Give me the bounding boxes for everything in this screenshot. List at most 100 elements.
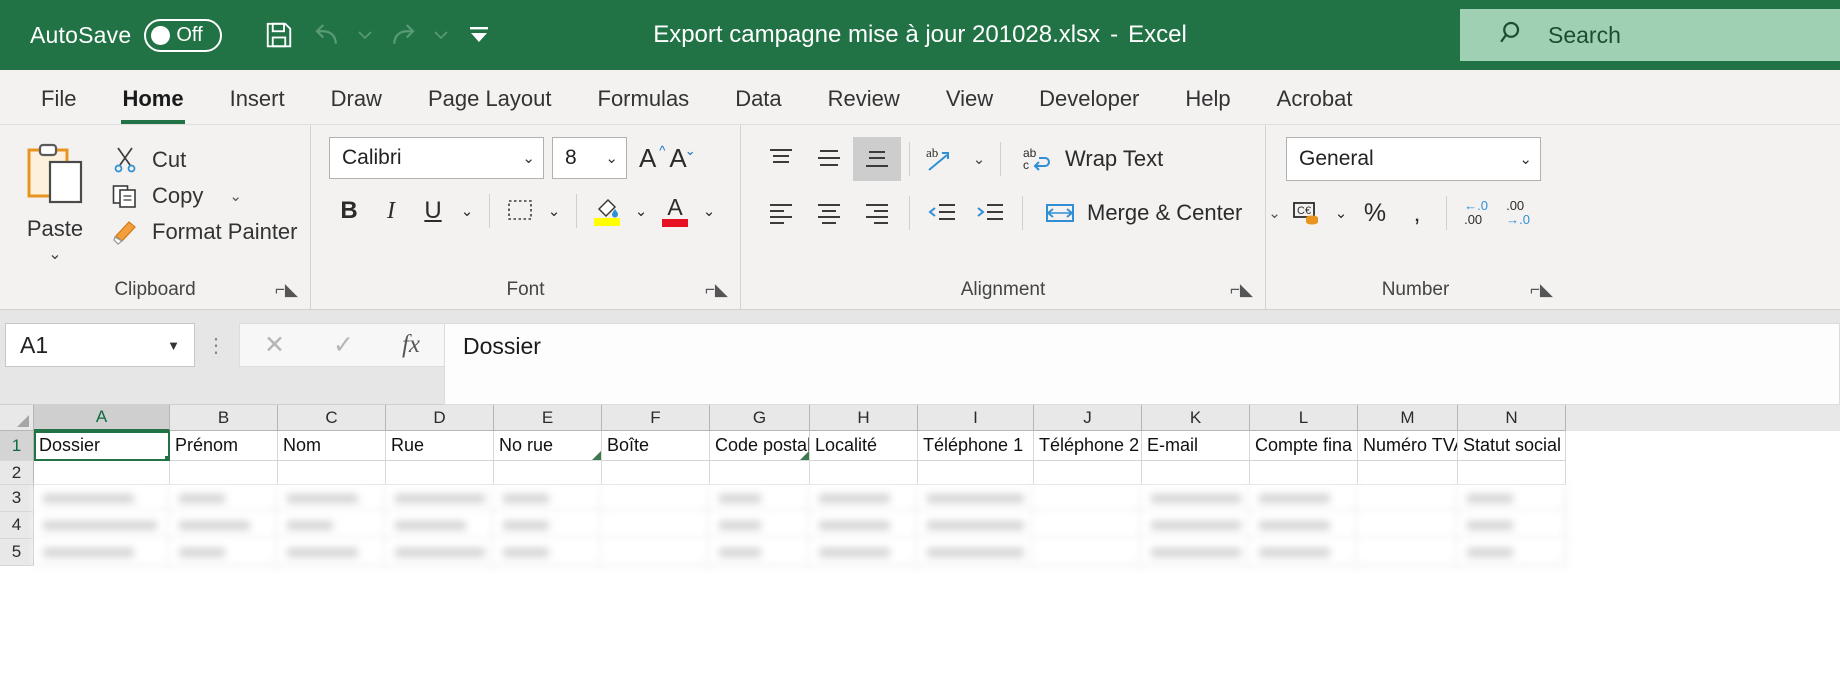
cell-g4[interactable] [710,512,810,539]
cell-c1[interactable]: Nom [278,431,386,461]
undo-icon[interactable] [306,14,348,56]
cell-l1[interactable]: Compte fina [1250,431,1358,461]
tab-home[interactable]: Home [99,86,206,124]
tab-file[interactable]: File [18,86,99,124]
cell-b4[interactable] [170,512,278,539]
cell-a1[interactable]: Dossier [34,431,170,461]
autosave-switch[interactable]: Off [144,18,223,52]
cell-j4[interactable] [1034,512,1142,539]
cell-d2[interactable] [386,461,494,485]
cell-d4[interactable] [386,512,494,539]
row-header-4[interactable]: 4 [0,512,34,539]
format-painter-button[interactable]: Format Painter [110,219,298,245]
cell-l3[interactable] [1250,485,1358,512]
column-header-l[interactable]: L [1250,405,1358,431]
cell-n5[interactable] [1458,539,1566,566]
cell-f4[interactable] [602,512,710,539]
formula-bar-grip[interactable]: ⋮ [195,323,239,367]
undo-caret-icon[interactable] [354,14,376,56]
align-left-button[interactable] [757,191,805,235]
tab-insert[interactable]: Insert [207,86,308,124]
font-size-chevron-down-icon[interactable]: ⌄ [595,149,618,167]
column-header-c[interactable]: C [278,405,386,431]
row-header-1[interactable]: 1 [0,431,34,461]
orientation-caret-icon[interactable]: ⌄ [966,137,992,181]
cell-g2[interactable] [710,461,810,485]
cell-n3[interactable] [1458,485,1566,512]
insert-function-icon[interactable]: fx [402,331,420,359]
cell-i2[interactable] [918,461,1034,485]
cell-l2[interactable] [1250,461,1358,485]
cell-l4[interactable] [1250,512,1358,539]
cell-f2[interactable] [602,461,710,485]
cell-n1[interactable]: Statut social [1458,431,1566,461]
cell-k3[interactable] [1142,485,1250,512]
fill-color-caret-icon[interactable]: ⌄ [629,190,653,232]
cell-h4[interactable] [810,512,918,539]
cell-e4[interactable] [494,512,602,539]
row-header-3[interactable]: 3 [0,485,34,512]
cell-c2[interactable] [278,461,386,485]
decrease-indent-button[interactable] [918,191,966,235]
column-header-d[interactable]: D [386,405,494,431]
column-header-a[interactable]: A [34,405,170,431]
column-header-k[interactable]: K [1142,405,1250,431]
cell-c5[interactable] [278,539,386,566]
cell-i4[interactable] [918,512,1034,539]
cell-g3[interactable] [710,485,810,512]
underline-button[interactable]: U [413,190,453,232]
cell-g5[interactable] [710,539,810,566]
cell-l5[interactable] [1250,539,1358,566]
cell-e5[interactable] [494,539,602,566]
column-header-f[interactable]: F [602,405,710,431]
cell-j1[interactable]: Téléphone 2 [1034,431,1142,461]
orientation-button[interactable]: ab [918,137,966,181]
cell-i1[interactable]: Téléphone 1 [918,431,1034,461]
column-header-g[interactable]: G [710,405,810,431]
fill-color-button[interactable] [587,189,627,233]
cell-b1[interactable]: Prénom [170,431,278,461]
cell-d1[interactable]: Rue [386,431,494,461]
clipboard-dialog-launcher-icon[interactable]: ⌐◣ [275,280,298,300]
autosave-toggle[interactable]: AutoSave Off [30,18,223,52]
tab-developer[interactable]: Developer [1016,86,1162,124]
copy-caret-icon[interactable]: ⌄ [229,187,242,205]
wrap-text-button[interactable]: ab c Wrap Text [1023,146,1163,172]
cell-a5[interactable] [34,539,170,566]
cell-k5[interactable] [1142,539,1250,566]
cell-h1[interactable]: Localité [810,431,918,461]
cell-b5[interactable] [170,539,278,566]
increase-font-size-button[interactable]: A ^ [639,143,665,174]
number-dialog-launcher-icon[interactable]: ⌐◣ [1530,280,1553,300]
middle-align-button[interactable] [805,137,853,181]
copy-button[interactable]: Copy ⌄ [110,183,298,209]
tab-formulas[interactable]: Formulas [575,86,713,124]
cell-g1[interactable]: Code postal [710,431,810,461]
tab-view[interactable]: View [923,86,1016,124]
accounting-caret-icon[interactable]: ⌄ [1328,191,1354,235]
cell-e1[interactable]: No rue [494,431,602,461]
borders-caret-icon[interactable]: ⌄ [542,190,566,232]
cell-m2[interactable] [1358,461,1458,485]
cell-f1[interactable]: Boîte [602,431,710,461]
increase-indent-button[interactable] [966,191,1014,235]
bottom-align-button[interactable] [853,137,901,181]
cell-h5[interactable] [810,539,918,566]
cell-m3[interactable] [1358,485,1458,512]
cell-m4[interactable] [1358,512,1458,539]
cell-k1[interactable]: E-mail [1142,431,1250,461]
italic-button[interactable]: I [371,190,411,232]
cell-d3[interactable] [386,485,494,512]
font-name-chevron-down-icon[interactable]: ⌄ [512,149,535,167]
cell-c4[interactable] [278,512,386,539]
cell-j5[interactable] [1034,539,1142,566]
cell-n4[interactable] [1458,512,1566,539]
font-color-button[interactable]: A [655,189,695,233]
column-header-m[interactable]: M [1358,405,1458,431]
redo-icon[interactable] [382,14,424,56]
tab-page-layout[interactable]: Page Layout [405,86,575,124]
cut-button[interactable]: Cut [110,147,298,173]
cell-j3[interactable] [1034,485,1142,512]
cell-e2[interactable] [494,461,602,485]
comma-style-button[interactable]: ‚ [1396,191,1438,235]
